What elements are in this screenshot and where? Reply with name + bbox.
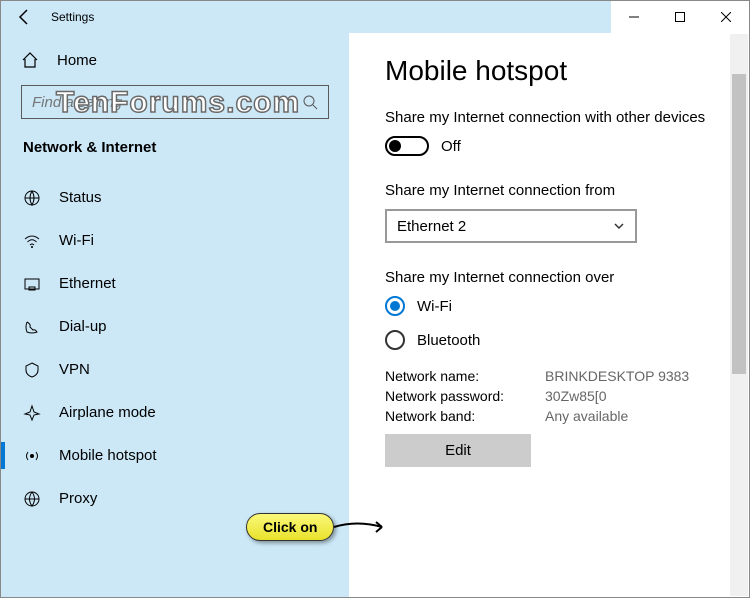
nav-list: Status Wi-Fi Ethernet Dial-up VPN [21,176,329,520]
main-content: Mobile hotspot Share my Internet connect… [349,33,749,597]
annotation-callout: Click on [246,512,392,542]
sidebar-item-label: Mobile hotspot [59,447,157,464]
share-toggle-row: Off [385,136,721,156]
sidebar-item-label: Wi-Fi [59,232,94,249]
vertical-scrollbar[interactable] [730,34,748,596]
status-icon [23,189,41,207]
search-input[interactable] [32,94,302,111]
window-controls [611,1,749,33]
callout-text: Click on [246,513,334,541]
sidebar-item-dialup[interactable]: Dial-up [21,305,329,348]
sidebar-item-label: Status [59,189,102,206]
arrow-left-icon [15,8,33,26]
over-label: Share my Internet connection over [385,269,721,286]
proxy-icon [23,490,41,508]
page-title: Mobile hotspot [385,55,721,87]
radio-wifi-input[interactable] [385,296,405,316]
minimize-button[interactable] [611,1,657,33]
sidebar-item-wifi[interactable]: Wi-Fi [21,219,329,262]
radio-bluetooth-label: Bluetooth [417,332,480,349]
search-box[interactable] [21,85,329,119]
sidebar-item-status[interactable]: Status [21,176,329,219]
close-icon [721,12,731,22]
titlebar: Settings [1,1,749,33]
callout-arrow-icon [332,512,392,542]
settings-window: Settings Home Networ [0,0,750,598]
scrollbar-thumb[interactable] [732,74,746,374]
dialup-icon [23,318,41,336]
maximize-button[interactable] [657,1,703,33]
close-button[interactable] [703,1,749,33]
share-toggle-label: Share my Internet connection with other … [385,109,721,126]
minimize-icon [629,12,639,22]
home-icon [21,51,39,69]
vpn-icon [23,361,41,379]
network-band-val: Any available [545,408,721,424]
chevron-down-icon [613,220,625,232]
home-nav[interactable]: Home [21,51,329,69]
sidebar-item-airplane[interactable]: Airplane mode [21,391,329,434]
home-label: Home [57,52,97,69]
sidebar-item-label: Airplane mode [59,404,156,421]
radio-wifi[interactable]: Wi-Fi [385,296,721,316]
network-name-key: Network name: [385,368,545,384]
network-pass-val: 30Zw85[0 [545,388,721,404]
share-toggle[interactable] [385,136,429,156]
maximize-icon [675,12,685,22]
window-title: Settings [47,10,611,24]
back-button[interactable] [1,1,47,33]
network-band-key: Network band: [385,408,545,424]
edit-button[interactable]: Edit [385,434,531,467]
radio-bluetooth-input[interactable] [385,330,405,350]
sidebar-item-label: Ethernet [59,275,116,292]
sidebar-item-hotspot[interactable]: Mobile hotspot [21,434,329,477]
network-pass-key: Network password: [385,388,545,404]
toggle-state: Off [441,138,461,155]
airplane-icon [23,404,41,422]
sidebar-item-ethernet[interactable]: Ethernet [21,262,329,305]
sidebar-item-vpn[interactable]: VPN [21,348,329,391]
toggle-knob [389,140,401,152]
sidebar-item-label: Proxy [59,490,97,507]
sidebar-item-label: Dial-up [59,318,107,335]
ethernet-icon [23,275,41,293]
dropdown-value: Ethernet 2 [397,218,466,235]
from-label: Share my Internet connection from [385,182,721,199]
wifi-icon [23,232,41,250]
sidebar-item-label: VPN [59,361,90,378]
category-header: Network & Internet [21,139,329,156]
hotspot-icon [23,447,41,465]
network-name-val: BRINKDESKTOP 9383 [545,368,721,384]
network-info: Network name: BRINKDESKTOP 9383 Network … [385,368,721,424]
search-icon [302,94,318,110]
radio-wifi-label: Wi-Fi [417,298,452,315]
radio-bluetooth[interactable]: Bluetooth [385,330,721,350]
connection-from-dropdown[interactable]: Ethernet 2 [385,209,637,243]
